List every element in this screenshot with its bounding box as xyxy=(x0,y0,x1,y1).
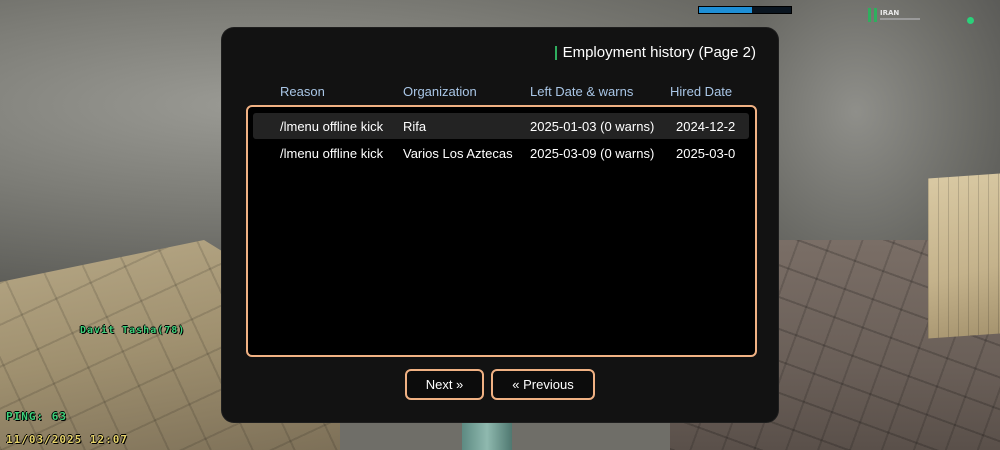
logo-wordmark: IRAN xyxy=(880,9,920,20)
history-list[interactable]: /lmenu offline kick Rifa 2025-01-03 (0 w… xyxy=(246,105,757,357)
employment-history-dialog: Employment history (Page 2) Reason Organ… xyxy=(222,28,778,422)
cell-organization: Rifa xyxy=(403,119,427,134)
cell-organization: Varios Los Aztecas xyxy=(403,146,513,161)
title-accent-bar xyxy=(554,45,557,60)
cell-hired-date: 2025-03-0 xyxy=(676,146,736,161)
player-name-tag: Davit Tasha(78) xyxy=(80,325,186,336)
previous-page-button[interactable]: « Previous xyxy=(491,369,595,400)
cell-left-date: 2025-01-03 (0 warns) xyxy=(530,119,655,134)
header-reason: Reason xyxy=(280,84,325,99)
ping-readout: PING: 63 xyxy=(6,410,67,423)
list-item[interactable]: /lmenu offline kick Varios Los Aztecas 2… xyxy=(253,140,749,166)
list-item[interactable]: /lmenu offline kick Rifa 2025-01-03 (0 w… xyxy=(253,113,749,139)
cell-left-date: 2025-03-09 (0 warns) xyxy=(530,146,655,161)
health-bar xyxy=(698,6,792,14)
wooden-crate xyxy=(928,173,1000,339)
datetime-readout: 11/03/2025 12:07 xyxy=(6,433,128,446)
next-page-button[interactable]: Next » xyxy=(405,369,484,400)
cell-reason: /lmenu offline kick xyxy=(280,119,384,134)
server-logo: IRAN xyxy=(868,6,928,24)
cell-hired-date: 2024-12-2 xyxy=(676,119,736,134)
status-indicator-icon xyxy=(967,17,974,24)
header-hired-date: Hired Date xyxy=(670,84,733,99)
health-bar-fill xyxy=(699,7,753,13)
dialog-title: Employment history (Page 2) xyxy=(554,44,756,61)
dialog-title-text: Employment history (Page 2) xyxy=(562,44,756,61)
header-organization: Organization xyxy=(403,84,477,99)
logo-icon xyxy=(868,8,877,22)
column-headers: Reason Organization Left Date & warns Hi… xyxy=(222,84,778,102)
svg-text:IRAN: IRAN xyxy=(880,9,899,17)
header-left-date: Left Date & warns xyxy=(530,84,634,99)
cell-reason: /lmenu offline kick xyxy=(280,146,384,161)
pillar xyxy=(462,420,512,450)
